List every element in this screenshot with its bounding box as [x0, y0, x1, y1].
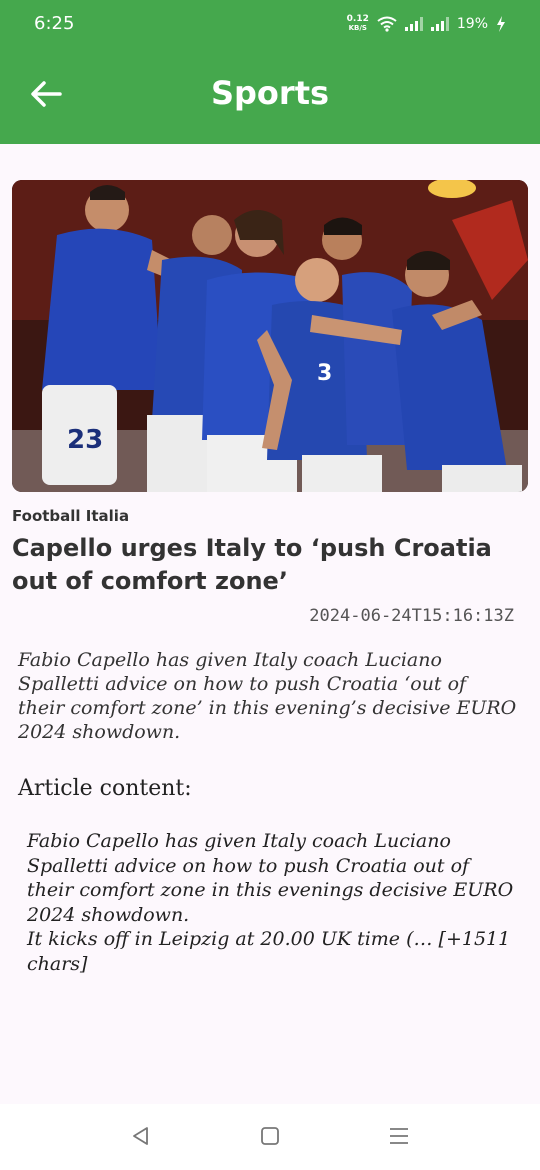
wifi-icon — [377, 16, 397, 32]
nav-recents-button[interactable] — [385, 1124, 413, 1152]
recents-menu-icon — [389, 1126, 409, 1151]
back-triangle-icon — [131, 1126, 151, 1151]
article-image[interactable]: 23 3 — [12, 180, 528, 492]
nav-home-button[interactable] — [256, 1124, 284, 1152]
article-timestamp: 2024-06-24T15:16:13Z — [309, 606, 514, 626]
signal-icon — [430, 17, 449, 31]
charging-icon — [496, 16, 506, 32]
nav-back-button[interactable] — [127, 1124, 155, 1152]
article-content-heading: Article content: — [18, 776, 192, 801]
article-content: Fabio Capello has given Italy coach Luci… — [27, 830, 514, 975]
system-nav-bar — [0, 1104, 540, 1170]
jersey-number: 23 — [67, 425, 103, 455]
network-speed-unit: KB/S — [348, 24, 367, 32]
home-square-icon — [260, 1126, 280, 1151]
article-headline: Capello urges Italy to ‘push Croatia out… — [12, 534, 492, 595]
app-bar: Sports — [0, 46, 540, 144]
status-bar: 6:25 0.12 KB/S 19% — [0, 0, 540, 46]
article-source: Football Italia — [12, 507, 130, 525]
article-description: Fabio Capello has given Italy coach Luci… — [18, 649, 517, 743]
status-time: 6:25 — [34, 13, 75, 34]
signal-icon — [404, 17, 423, 31]
page-title: Sports — [210, 74, 330, 112]
network-speed-value: 0.12 — [346, 14, 369, 24]
jersey-number: 3 — [317, 361, 332, 386]
network-speed: 0.12 KB/S — [347, 15, 369, 33]
status-icons: 0.12 KB/S 19% — [347, 12, 506, 36]
battery-percentage: 19% — [456, 16, 488, 32]
